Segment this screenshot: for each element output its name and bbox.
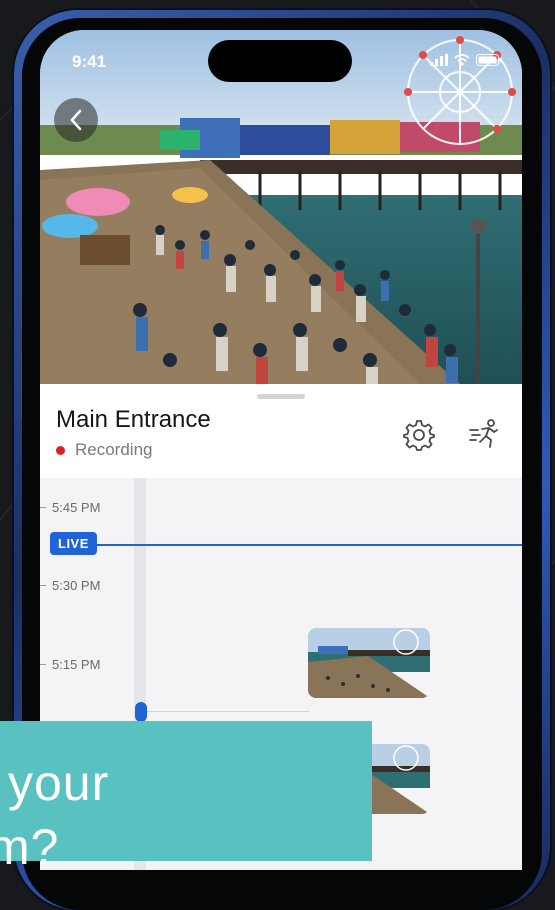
live-badge[interactable]: LIVE: [50, 532, 97, 555]
live-video-feed[interactable]: [40, 30, 522, 384]
battery-icon: [476, 54, 502, 66]
drag-handle[interactable]: [257, 394, 305, 399]
timeline-time-label: 5:15 PM: [52, 657, 101, 672]
timeline-time-label: 5:30 PM: [52, 578, 101, 593]
recording-status-label: Recording: [75, 440, 153, 459]
dynamic-island: [208, 40, 352, 82]
timeline-tick: 5:45 PM: [40, 500, 100, 515]
timeline-tick: 5:30 PM: [40, 578, 100, 593]
motion-filter-icon[interactable]: [468, 418, 500, 450]
motion-event-marker[interactable]: [135, 702, 147, 722]
signal-icon: [430, 54, 448, 66]
chevron-left-icon: [70, 109, 82, 131]
live-position-line: [50, 544, 522, 546]
promo-banner-text: your m?: [0, 751, 109, 879]
event-thumbnail[interactable]: [308, 628, 430, 698]
recording-status: Recording: [56, 440, 153, 460]
timeline-time-label: 5:45 PM: [52, 500, 101, 515]
gear-icon[interactable]: [402, 418, 436, 452]
event-connector-line: [147, 711, 309, 712]
wifi-icon: [454, 54, 470, 66]
promo-banner-line: your: [8, 755, 110, 811]
recording-indicator-dot: [56, 445, 65, 455]
status-bar-icons: [430, 54, 502, 66]
camera-title: Main Entrance: [56, 406, 211, 433]
back-button[interactable]: [54, 98, 98, 142]
promo-banner-line: m?: [0, 819, 60, 875]
timeline-tick: 5:15 PM: [40, 657, 100, 672]
status-bar-time: 9:41: [72, 52, 107, 71]
promo-banner: your m?: [0, 721, 372, 875]
